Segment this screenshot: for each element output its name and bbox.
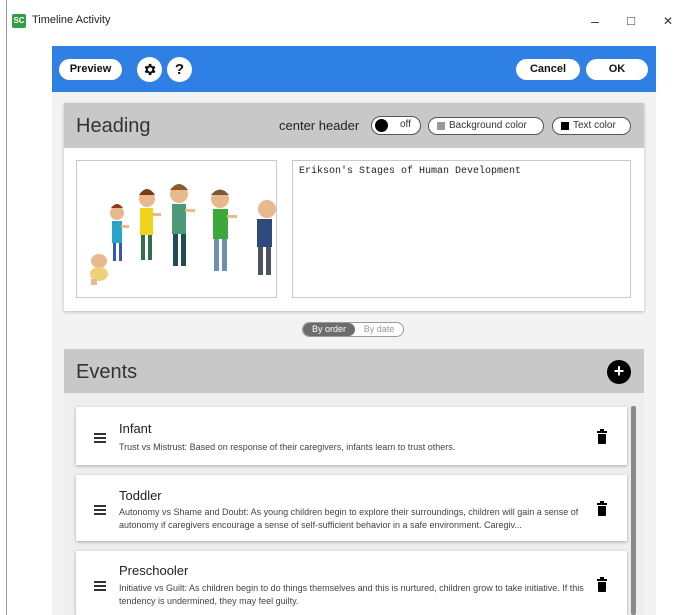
preview-button[interactable]: Preview <box>59 59 122 80</box>
ok-button[interactable]: OK <box>586 59 648 80</box>
event-item[interactable]: Preschooler Initiative vs Guilt: As chil… <box>76 551 627 615</box>
minimize-button[interactable]: – <box>584 10 606 32</box>
text-color-button[interactable]: Text color <box>552 117 631 135</box>
events-bar <box>64 349 644 393</box>
event-item[interactable]: Infant Trust vs Mistrust: Based on respo… <box>76 407 627 465</box>
text-color-label: Text color <box>573 120 616 131</box>
event-item[interactable]: Toddler Autonomy vs Shame and Doubt: As … <box>76 475 627 541</box>
window-titlebar: SC Timeline Activity – □ ✕ <box>0 0 673 615</box>
window-title: Timeline Activity <box>32 14 111 26</box>
trash-icon[interactable] <box>597 429 607 444</box>
center-header-toggle[interactable]: off <box>371 116 421 135</box>
close-button[interactable]: ✕ <box>657 10 673 32</box>
event-title: Toddler <box>119 488 162 503</box>
sort-by-date-option[interactable]: By date <box>355 323 403 336</box>
event-description: Autonomy vs Shame and Doubt: As young ch… <box>119 507 579 530</box>
background-color-swatch <box>437 122 445 130</box>
human-development-illustration <box>90 184 276 285</box>
cancel-button[interactable]: Cancel <box>516 59 580 80</box>
toggle-knob <box>375 119 388 132</box>
heading-text-input[interactable]: Erikson's Stages of Human Development <box>292 160 631 298</box>
settings-button[interactable] <box>137 57 162 82</box>
background-color-button[interactable]: Background color <box>428 117 544 135</box>
trash-icon[interactable] <box>597 501 607 516</box>
events-scrollbar[interactable] <box>631 406 636 615</box>
toolbar: Preview ? Cancel OK <box>52 46 656 92</box>
trash-icon[interactable] <box>597 577 607 592</box>
maximize-button[interactable]: □ <box>620 10 642 32</box>
center-header-label: center header <box>279 118 360 133</box>
gear-icon <box>144 63 156 76</box>
events-title: Events <box>76 361 138 383</box>
event-description: Trust vs Mistrust: Based on response of … <box>119 442 456 452</box>
window-left-edge <box>0 0 7 615</box>
event-title: Infant <box>119 421 152 436</box>
sort-toggle[interactable]: By order By date <box>302 322 404 337</box>
event-title: Preschooler <box>119 563 189 578</box>
add-event-button[interactable]: + <box>607 360 631 384</box>
drag-handle-icon[interactable] <box>94 505 106 517</box>
app-icon: SC <box>12 14 26 28</box>
toggle-state-label: off <box>400 119 411 130</box>
heading-title: Heading <box>76 115 151 137</box>
drag-handle-icon[interactable] <box>94 433 106 445</box>
help-button[interactable]: ? <box>167 57 192 82</box>
background-color-label: Background color <box>449 120 527 131</box>
text-color-swatch <box>561 122 569 130</box>
drag-handle-icon[interactable] <box>94 581 106 593</box>
heading-image[interactable] <box>76 160 277 298</box>
event-description: Initiative vs Guilt: As children begin t… <box>119 583 584 606</box>
sort-by-order-option[interactable]: By order <box>303 323 355 336</box>
